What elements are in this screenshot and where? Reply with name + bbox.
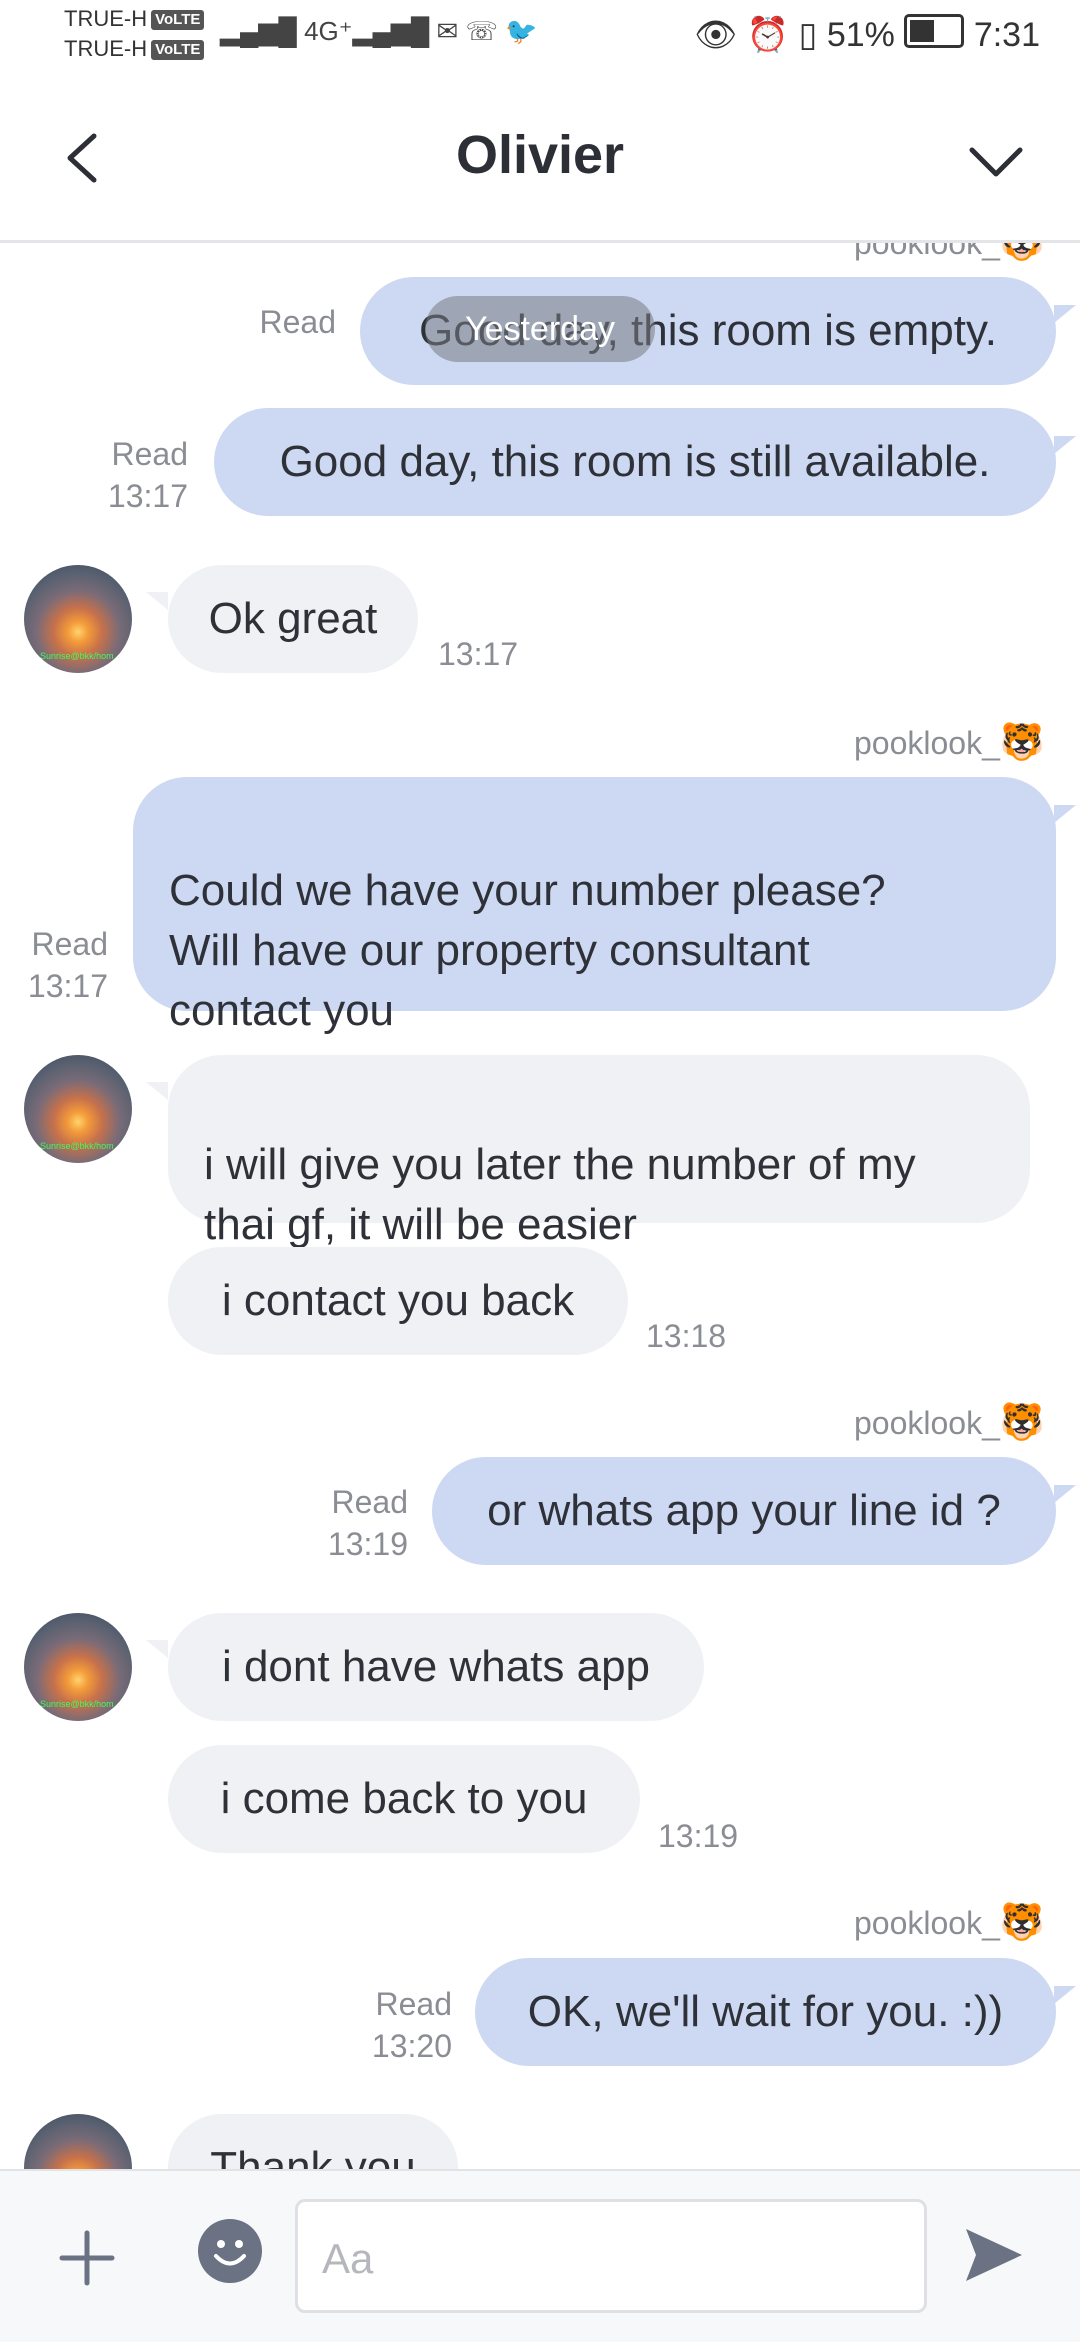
incoming-message[interactable]: i dont have whats app bbox=[168, 1613, 704, 1721]
incoming-message[interactable]: i contact you back bbox=[168, 1247, 628, 1355]
status-bar: TRUE-H VoLTE TRUE-H VoLTE ▂▄▆█ 4G⁺▂▄▆█ ✉ ☏… bbox=[0, 0, 1080, 72]
plus-icon[interactable] bbox=[58, 2229, 116, 2287]
read-receipt: Read bbox=[259, 304, 337, 340]
bubble-tail bbox=[1054, 1485, 1076, 1503]
message-text: OK, we'll wait for you. :)) bbox=[527, 1987, 1004, 2036]
message-text: Could we have your number please? Will h… bbox=[169, 866, 886, 1035]
tiger-emoji-icon: 🐯 bbox=[1000, 243, 1045, 262]
composer-bar: Aa bbox=[0, 2169, 1080, 2342]
read-receipt: Read 13:17 bbox=[27, 926, 108, 1004]
message-time: 13:19 bbox=[658, 1818, 739, 1854]
emoji-icon[interactable] bbox=[198, 2219, 262, 2283]
incoming-message[interactable]: i come back to you bbox=[168, 1745, 640, 1853]
read-receipt: Read 13:20 bbox=[371, 1986, 452, 2064]
message-time: 13:18 bbox=[646, 1318, 727, 1354]
message-time: 13:17 bbox=[438, 636, 519, 672]
message-list[interactable]: pooklook_🐯 Read Good day, this room is e… bbox=[0, 243, 1080, 2169]
sender-name: pooklook_🐯 bbox=[854, 243, 1045, 263]
tiger-emoji-icon: 🐯 bbox=[999, 721, 1045, 762]
date-divider: Yesterday bbox=[425, 296, 655, 362]
sender-name: pooklook_🐯 bbox=[854, 1401, 1045, 1442]
volte-badge: VoLTE bbox=[151, 10, 205, 30]
chevron-down-icon[interactable] bbox=[966, 136, 1026, 186]
network-type: 4G⁺ bbox=[304, 16, 353, 46]
battery-icon bbox=[904, 14, 965, 48]
outgoing-message[interactable]: Good day, this room is still available. bbox=[214, 408, 1056, 516]
message-text: i contact you back bbox=[221, 1276, 575, 1325]
send-icon[interactable] bbox=[962, 2223, 1026, 2287]
bubble-tail bbox=[146, 592, 168, 610]
bubble-tail bbox=[1054, 436, 1076, 454]
chat-header: Olivier bbox=[0, 72, 1080, 243]
avatar[interactable]: Sunrise@bkk/hom bbox=[24, 1613, 132, 1721]
message-text: i come back to you bbox=[220, 1774, 588, 1823]
outgoing-message[interactable]: Could we have your number please? Will h… bbox=[133, 777, 1056, 1035]
battery-percent: 51% bbox=[826, 16, 895, 54]
signal-icon: ▂▄▆█ 4G⁺▂▄▆█ ✉ ☏ 🐦 bbox=[220, 16, 538, 46]
message-text: Good day, this room is still available. bbox=[279, 437, 991, 486]
bubble-tail bbox=[146, 1640, 168, 1658]
carrier-info: TRUE-H VoLTE TRUE-H VoLTE bbox=[64, 4, 205, 64]
tiger-emoji-icon: 🐯 bbox=[999, 1901, 1045, 1942]
status-right: 👁 ⏰ ▯ 51% 7:31 bbox=[694, 14, 1040, 55]
bubble-tail bbox=[1054, 305, 1076, 323]
incoming-message[interactable]: Thank you bbox=[168, 2114, 458, 2169]
message-text: i will give you later the number of my t… bbox=[204, 1140, 916, 1249]
vibrate-icon: ▯ bbox=[798, 16, 818, 54]
bubble-tail bbox=[1054, 1986, 1076, 2004]
tiger-emoji-icon: 🐯 bbox=[999, 1401, 1045, 1442]
clock: 7:31 bbox=[973, 16, 1040, 54]
bubble-tail bbox=[146, 1082, 168, 1100]
incoming-message[interactable]: Ok great bbox=[168, 565, 418, 673]
message-text: i dont have whats app bbox=[221, 1642, 651, 1691]
sender-name: pooklook_🐯 bbox=[854, 721, 1045, 762]
avatar[interactable]: Sunrise@bkk/hom bbox=[24, 2114, 132, 2169]
message-text: or whats app your line id ? bbox=[487, 1486, 1001, 1535]
incoming-message[interactable]: i will give you later the number of my t… bbox=[168, 1055, 1030, 1249]
read-receipt: Read 13:17 bbox=[107, 436, 188, 514]
volte-badge: VoLTE bbox=[151, 40, 205, 60]
eye-icon: 👁 bbox=[694, 16, 738, 54]
message-input[interactable]: Aa bbox=[295, 2199, 927, 2313]
carrier-2: TRUE-H bbox=[64, 36, 148, 61]
outgoing-message[interactable]: or whats app your line id ? bbox=[432, 1457, 1056, 1565]
avatar[interactable]: Sunrise@bkk/hom bbox=[24, 1055, 132, 1163]
message-text: Ok great bbox=[208, 594, 378, 643]
sender-name: pooklook_🐯 bbox=[854, 1901, 1045, 1942]
read-receipt: Read 13:19 bbox=[327, 1484, 408, 1562]
carrier-1: TRUE-H bbox=[64, 6, 148, 31]
message-text: Thank you bbox=[210, 2143, 416, 2169]
avatar[interactable]: Sunrise@bkk/hom bbox=[24, 565, 132, 673]
bubble-tail bbox=[1054, 805, 1076, 823]
chat-title: Olivier bbox=[455, 125, 625, 185]
alarm-icon: ⏰ bbox=[746, 16, 790, 54]
outgoing-message[interactable]: OK, we'll wait for you. :)) bbox=[475, 1958, 1056, 2066]
